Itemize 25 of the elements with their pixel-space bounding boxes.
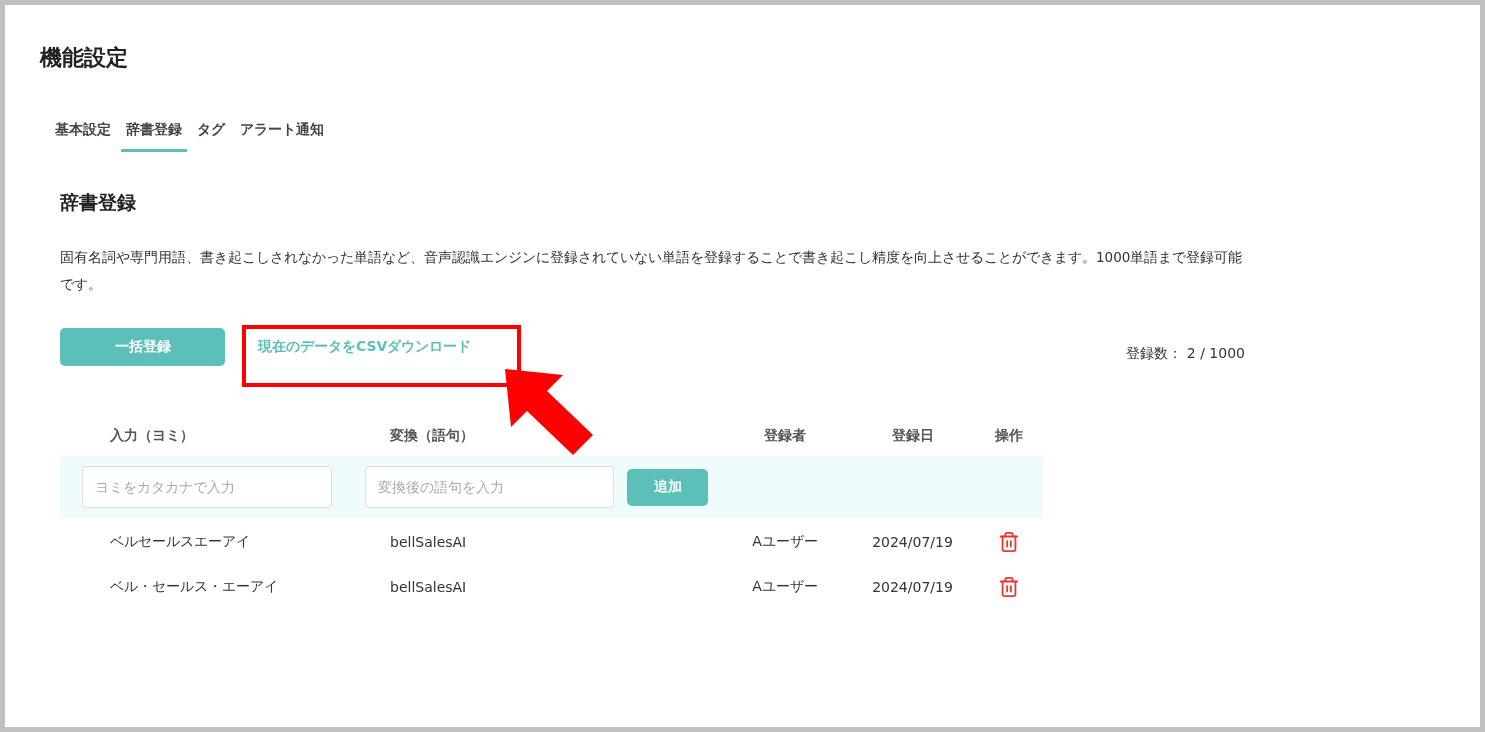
table-cell-text: 2024/07/19 <box>871 579 954 595</box>
tab[interactable]: 基本設定 <box>50 113 116 152</box>
table-cell-text: Aユーザー <box>751 532 819 551</box>
column-header: 操作 <box>994 427 1024 445</box>
page-title: 機能設定 <box>40 44 129 72</box>
phrase-input[interactable]: 変換後の語句を入力 <box>365 466 614 508</box>
table-cell-text: ベル・セールス・エーアイ <box>109 578 279 596</box>
description-text: 固有名詞や専門用語、書き起こしされなかった単語など、音声認識エンジンに登録されていない単語を登録することで書き起こし精度を向上させることができます。1000単語まで登録可能です。 <box>60 248 1244 294</box>
table-cell-text: bellSalesAI <box>389 533 468 550</box>
column-header: 登録者 <box>763 427 807 445</box>
table-cell-text: ベルセールスエーアイ <box>109 532 251 551</box>
column-header: 登録日 <box>890 427 935 445</box>
delete-icon[interactable] <box>998 576 1020 598</box>
reading-input[interactable]: ヨミをカタカナで入力 <box>82 466 332 508</box>
column-header: 変換（語句） <box>389 427 475 445</box>
tab[interactable]: タグ <box>192 113 230 152</box>
column-header: 入力（ヨミ） <box>109 427 195 445</box>
tab[interactable]: アラート通知 <box>235 113 329 152</box>
table-cell-text: bellSalesAI <box>389 579 468 595</box>
tab[interactable]: 辞書登録 <box>121 113 187 152</box>
table-cell-text: 2024/07/19 <box>871 533 954 550</box>
delete-icon[interactable] <box>998 530 1020 553</box>
registration-count: 登録数： 2 / 1000 <box>1126 345 1245 363</box>
section-heading: 辞書登録 <box>60 190 137 215</box>
table-cell-text: Aユーザー <box>751 578 819 596</box>
